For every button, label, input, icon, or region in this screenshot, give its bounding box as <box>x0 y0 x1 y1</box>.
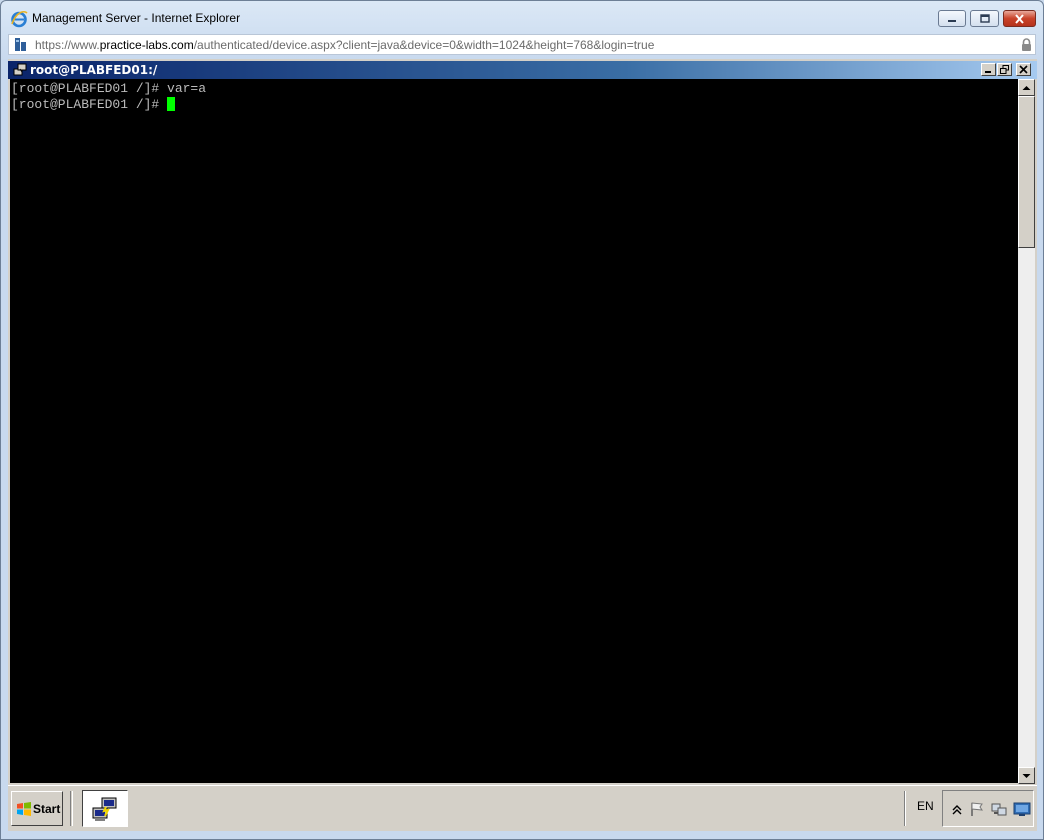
lock-icon[interactable] <box>1021 38 1032 52</box>
terminal-line: [root@PLABFED01 /]# <box>11 97 168 112</box>
terminal-prompt-line: [root@PLABFED01 /]# <box>11 97 1018 113</box>
restore-icon <box>1000 65 1009 74</box>
url-prefix: https://www. <box>35 38 100 52</box>
putty-task-button[interactable] <box>82 790 128 827</box>
start-button[interactable]: Start <box>11 791 63 826</box>
network-icon[interactable] <box>991 801 1007 817</box>
maximize-icon <box>979 14 990 23</box>
browser-titlebar[interactable]: Management Server - Internet Explorer <box>1 1 1043 35</box>
scroll-up-button[interactable] <box>1018 79 1035 96</box>
language-indicator[interactable]: EN <box>917 799 934 813</box>
close-button[interactable] <box>1003 10 1036 27</box>
start-label: Start <box>33 802 61 816</box>
terminal-scrollbar[interactable] <box>1018 79 1035 784</box>
arrow-up-icon <box>1022 85 1031 90</box>
browser-window: Management Server - Internet Explorer ht… <box>0 0 1044 840</box>
windows-logo-icon <box>17 802 31 816</box>
address-bar[interactable]: https://www.practice-labs.com/authentica… <box>8 34 1036 55</box>
remote-taskbar: Start EN <box>8 785 1037 831</box>
browser-title: Management Server - Internet Explorer <box>32 11 241 25</box>
address-url[interactable]: https://www.practice-labs.com/authentica… <box>35 38 654 52</box>
tray-divider <box>904 791 906 826</box>
session-close-button[interactable] <box>1016 63 1031 76</box>
maximize-button[interactable] <box>970 10 999 27</box>
url-path: /authenticated/device.aspx?client=java&d… <box>193 38 655 52</box>
show-hidden-icons-icon[interactable] <box>949 801 965 817</box>
page-icon <box>15 38 26 51</box>
system-tray <box>942 790 1034 827</box>
scroll-down-button[interactable] <box>1018 767 1035 784</box>
scroll-thumb[interactable] <box>1018 96 1035 248</box>
internet-explorer-icon <box>11 10 28 28</box>
terminal-console[interactable]: [root@PLABFED01 /]# var=a [root@PLABFED0… <box>10 79 1018 783</box>
putty-task-icon <box>92 797 117 821</box>
close-icon <box>1015 13 1024 24</box>
session-minimize-button[interactable] <box>981 63 996 76</box>
terminal-line: [root@PLABFED01 /]# var=a <box>11 81 207 96</box>
taskbar-separator <box>70 791 73 826</box>
url-domain: practice-labs.com <box>99 38 194 52</box>
arrow-down-icon <box>1022 773 1031 778</box>
minimize-icon <box>985 71 991 73</box>
session-titlebar[interactable]: root@PLABFED01:/ <box>8 61 1037 79</box>
close-icon <box>1019 65 1028 74</box>
session-restore-button[interactable] <box>997 63 1012 76</box>
terminal-cursor <box>167 97 176 111</box>
minimize-button[interactable] <box>938 10 966 27</box>
minimize-icon <box>948 19 956 22</box>
putty-icon <box>13 63 27 76</box>
session-title: root@PLABFED01:/ <box>30 63 158 77</box>
action-center-flag-icon[interactable] <box>969 801 985 817</box>
remote-session-area: root@PLABFED01:/ [root@PLABFED01 /]# var… <box>8 59 1037 831</box>
show-desktop-icon[interactable] <box>1013 801 1031 817</box>
